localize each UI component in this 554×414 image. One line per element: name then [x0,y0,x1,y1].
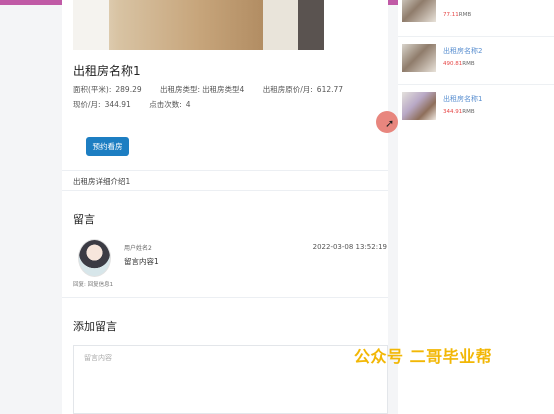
sidebar-item-price: 344.91RMB [443,109,475,115]
mouse-pointer-icon: ➚ [385,117,395,130]
divider-desc [62,190,388,191]
sidebar-item-name[interactable]: 出租房名称2 [443,46,482,56]
avatar [78,239,111,277]
photo-door [263,0,298,50]
sidebar-item-1[interactable]: 77.11RMB [402,0,552,38]
discount-value: 344.91 [104,100,131,109]
area-label: 面积(平米): [73,85,112,94]
area-field: 面积(平米): 289.29 [73,85,150,94]
comment-reply: 回复: 回复信息1 [73,282,114,288]
sidebar-divider [398,84,554,85]
listing-info-row-1: 面积(平米): 289.29 出租房类型: 出租房类型4 出租房原价/月: 612.7… [73,84,359,95]
sidebar-price-value: 77.11 [443,12,459,18]
type-label: 出租房类型: [160,85,201,94]
divider-top [62,170,388,171]
type-value: 出租房类型4 [202,85,245,94]
sidebar-thumbnail [402,0,436,22]
comments-heading: 留言 [73,213,95,226]
comment-user: 用户姓名2 [124,245,152,252]
sidebar-item-3[interactable]: 出租房名称1 344.91RMB [402,92,552,128]
sidebar-item-price: 77.11RMB [443,12,471,18]
sidebar-thumbnail [402,44,436,72]
discount-field: 现价/月: 344.91 [73,100,139,109]
listing-description: 出租房详细介绍1 [73,177,131,186]
sidebar-price-unit: RMB [458,12,472,18]
listing-photo [73,0,324,50]
price-field: 出租房原价/月: 612.77 [263,85,351,94]
sidebar-thumbnail [402,92,436,120]
discount-label: 现价/月: [73,100,101,109]
type-field: 出租房类型: 出租房类型4 [160,85,252,94]
comment-date: 2022-03-08 13:52:19 [312,243,387,251]
sidebar-item-name[interactable]: 出租房名称1 [443,94,482,104]
listing-info-row-2: 现价/月: 344.91 点击次数: 4 [73,99,207,110]
add-comment-heading: 添加留言 [73,320,117,333]
clicks-value: 4 [185,100,191,109]
clicks-label: 点击次数: [149,100,182,109]
comment-textarea[interactable]: 留言内容 [73,345,388,414]
photo-wall [73,0,109,50]
listing-title: 出租房名称1 [73,64,141,78]
sidebar-price-unit: RMB [462,109,475,115]
sidebar-divider [398,36,554,37]
area-value: 289.29 [115,85,142,94]
sidebar-item-2[interactable]: 出租房名称2 490.81RMB [402,44,552,80]
divider-comments [62,297,388,298]
sidebar-item-price: 490.81RMB [443,61,475,67]
sidebar-price-unit: RMB [462,61,475,67]
sidebar-price-value: 344.91 [443,109,463,115]
sidebar-price-value: 490.81 [443,61,463,67]
comment-content: 留言内容1 [124,257,159,266]
price-label: 出租房原价/月: [262,85,313,94]
clicks-field: 点击次数: 4 [149,100,198,109]
price-value: 612.77 [316,85,344,94]
photo-shadow [298,0,324,50]
book-viewing-button[interactable]: 预约看房 [86,137,129,156]
watermark: 公众号 二哥毕业帮 [354,347,493,366]
